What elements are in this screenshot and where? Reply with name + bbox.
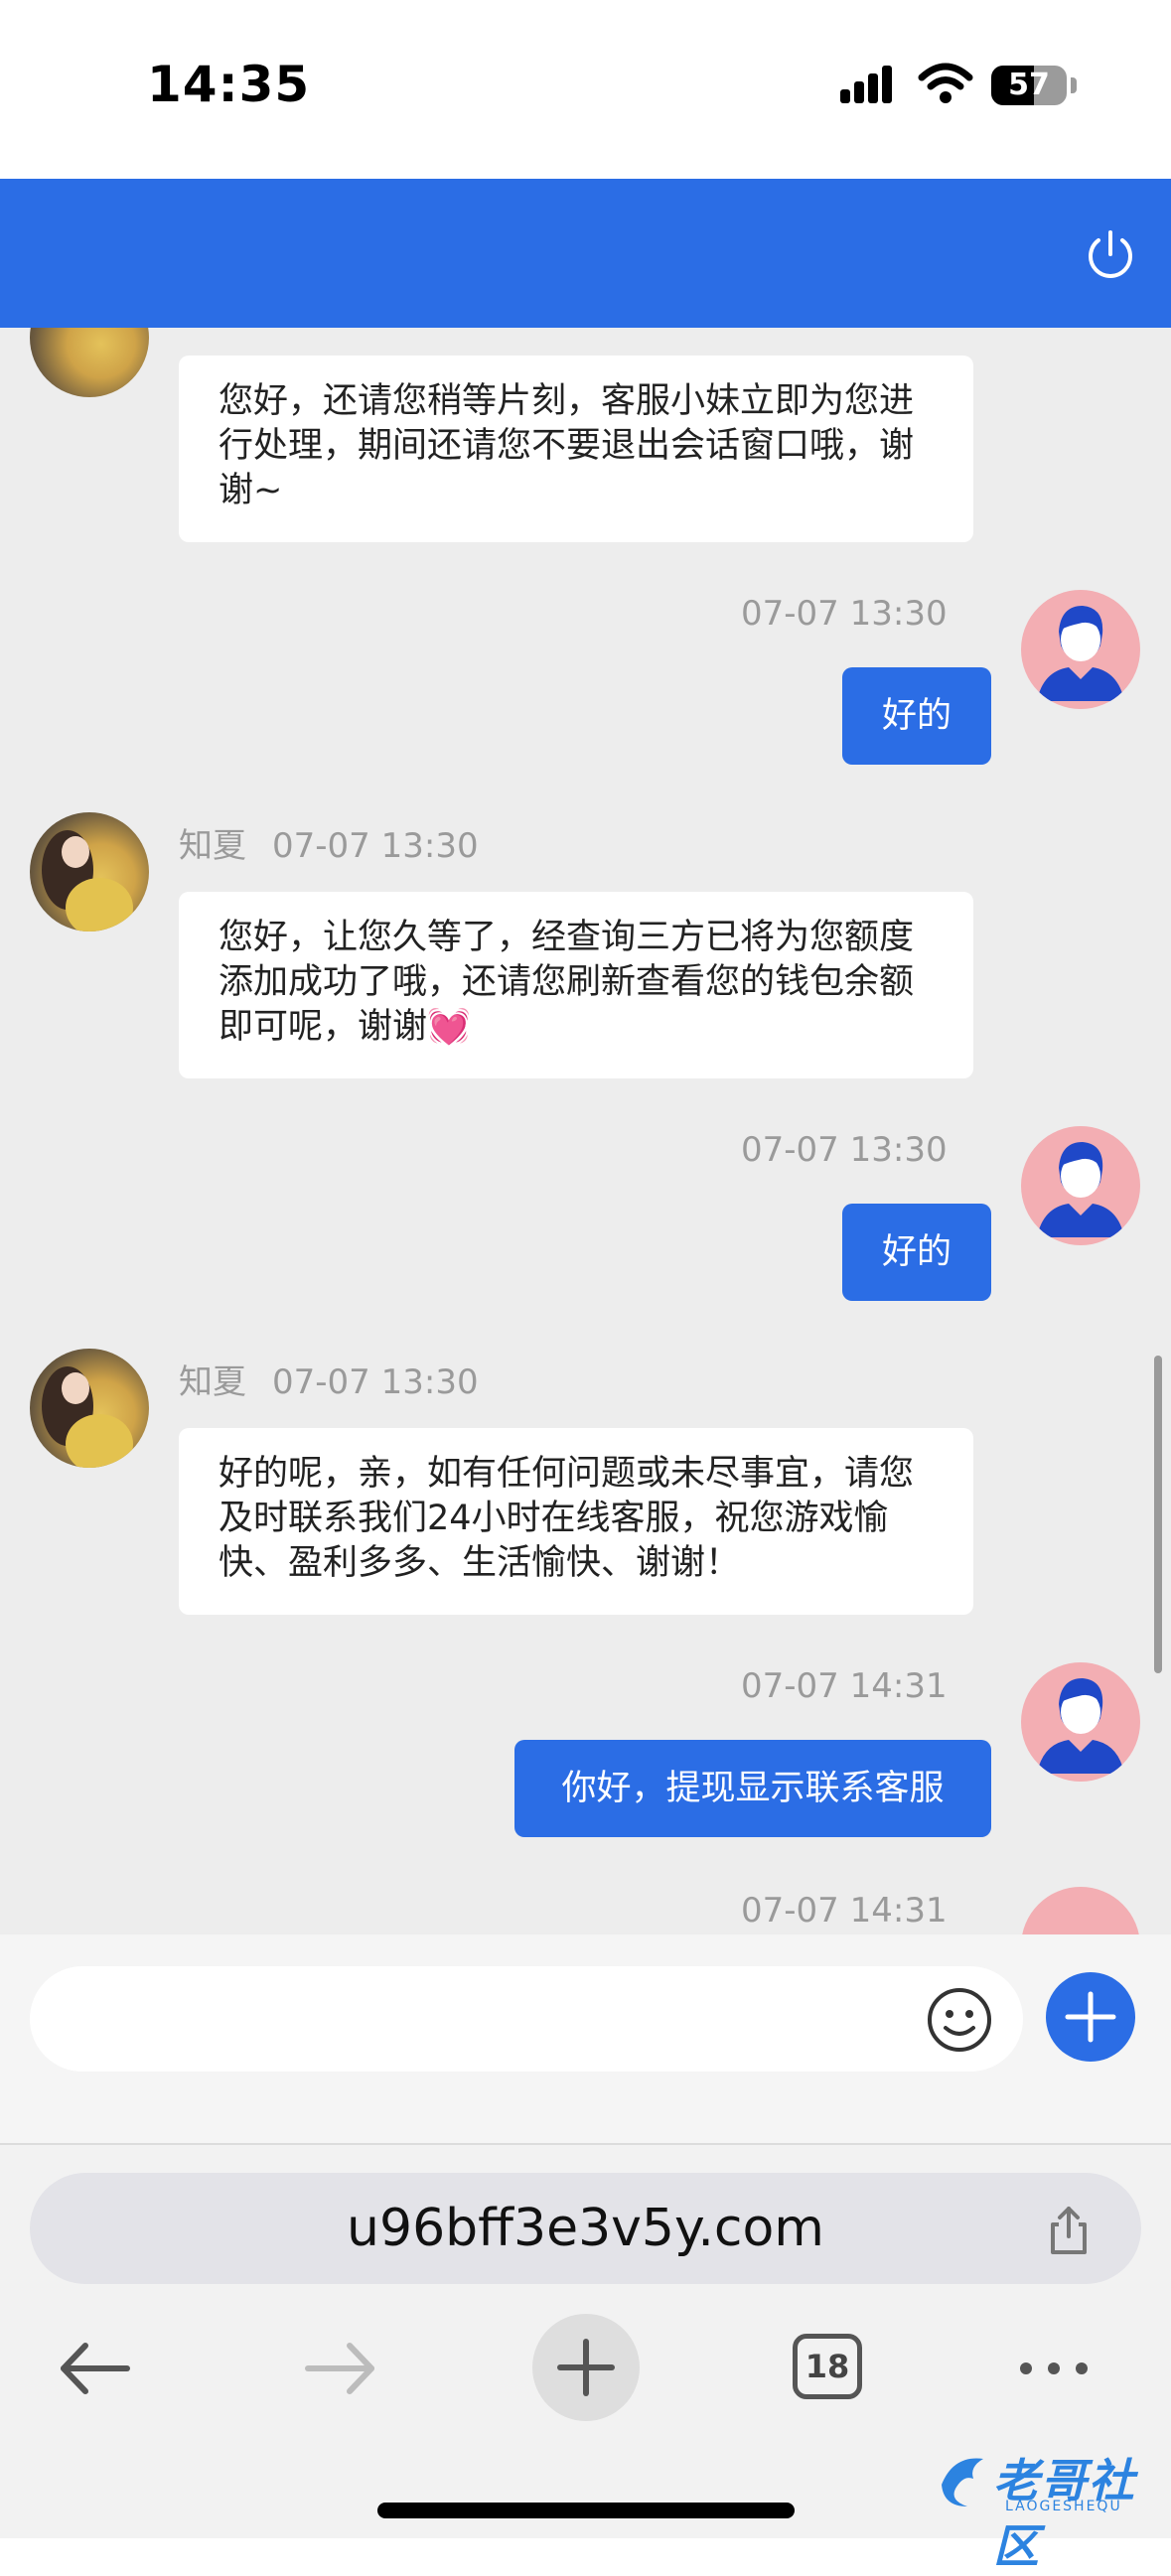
message-timestamp: 07-07 14:31	[741, 1891, 948, 1931]
home-indicator[interactable]	[377, 2503, 795, 2518]
user-silhouette-icon	[1037, 1142, 1124, 1237]
add-attachment-button[interactable]	[1046, 1972, 1135, 2062]
status-bar: 14:35 57	[0, 0, 1171, 179]
power-icon[interactable]	[1083, 226, 1138, 282]
wifi-icon	[918, 63, 973, 103]
message-meta: 知夏 07-07 13:30	[179, 1355, 479, 1403]
agent-name: 知夏	[179, 826, 246, 866]
agent-name: 知夏	[179, 1362, 246, 1402]
agent-photo	[42, 1366, 133, 1468]
user-avatar	[1021, 590, 1140, 709]
share-icon[interactable]	[1041, 2203, 1097, 2258]
new-tab-plus-icon	[557, 2339, 615, 2396]
incoming-message-bubble: 您好，还请您稍等片刻，客服小妹立即为您进行处理，期间还请您不要退出会话窗口哦，谢…	[179, 356, 973, 542]
agent-photo	[42, 830, 133, 931]
chat-message-list[interactable]: 您好，还请您稍等片刻，客服小妹立即为您进行处理，期间还请您不要退出会话窗口哦，谢…	[0, 328, 1171, 1934]
address-bar[interactable]: u96bff3e3v5y.com	[30, 2173, 1141, 2284]
user-avatar	[1021, 1662, 1140, 1782]
user-avatar	[1021, 1887, 1140, 1934]
battery-percent: 57	[1008, 68, 1050, 102]
message-timestamp: 07-07 13:30	[741, 1130, 948, 1170]
message-timestamp: 07-07 14:31	[741, 1666, 948, 1706]
cellular-signal-icon	[840, 66, 892, 103]
forward-arrow-icon[interactable]	[296, 2324, 385, 2413]
message-timestamp: 07-07 13:30	[272, 826, 479, 866]
message-meta: 知夏 07-07 13:30	[179, 818, 479, 867]
battery-indicator: 57	[991, 66, 1067, 105]
chat-header	[0, 179, 1171, 328]
incoming-message-bubble: 好的呢，亲，如有任何问题或未尽事宜，请您及时联系我们24小时在线客服，祝您游戏愉…	[179, 1428, 973, 1615]
agent-avatar	[30, 328, 149, 397]
user-silhouette-icon	[1037, 1678, 1124, 1774]
battery-tip	[1071, 77, 1077, 93]
incoming-message-bubble: 您好，让您久等了，经查询三方已将为您额度添加成功了哦，还请您刷新查看您的钱包余额…	[179, 892, 973, 1078]
plus-icon	[1065, 1991, 1116, 2043]
watermark-subtext: LAOGESHEQU	[1005, 2499, 1122, 2514]
message-input[interactable]	[30, 1966, 1023, 2072]
tabs-button[interactable]: 18	[793, 2334, 862, 2399]
user-silhouette-icon	[1037, 606, 1124, 701]
message-timestamp: 07-07 13:30	[741, 594, 948, 634]
user-avatar	[1021, 1126, 1140, 1245]
outgoing-message-bubble: 你好，提现显示联系客服	[514, 1740, 991, 1837]
status-time: 14:35	[147, 56, 311, 113]
smiley-icon[interactable]	[924, 1984, 995, 2056]
more-dots-icon[interactable]	[1009, 2324, 1098, 2413]
url-text: u96bff3e3v5y.com	[347, 2199, 824, 2258]
chat-scrollbar[interactable]	[1154, 1356, 1162, 1673]
new-tab-button[interactable]	[532, 2314, 640, 2421]
back-arrow-icon[interactable]	[50, 2324, 139, 2413]
message-timestamp: 07-07 13:30	[272, 1362, 479, 1402]
agent-avatar	[30, 812, 149, 931]
outgoing-message-bubble: 好的	[842, 667, 991, 765]
agent-avatar	[30, 1349, 149, 1468]
watermark-logo: 老哥社区 LAOGESHEQU	[934, 2441, 1162, 2573]
outgoing-message-bubble: 好的	[842, 1204, 991, 1301]
